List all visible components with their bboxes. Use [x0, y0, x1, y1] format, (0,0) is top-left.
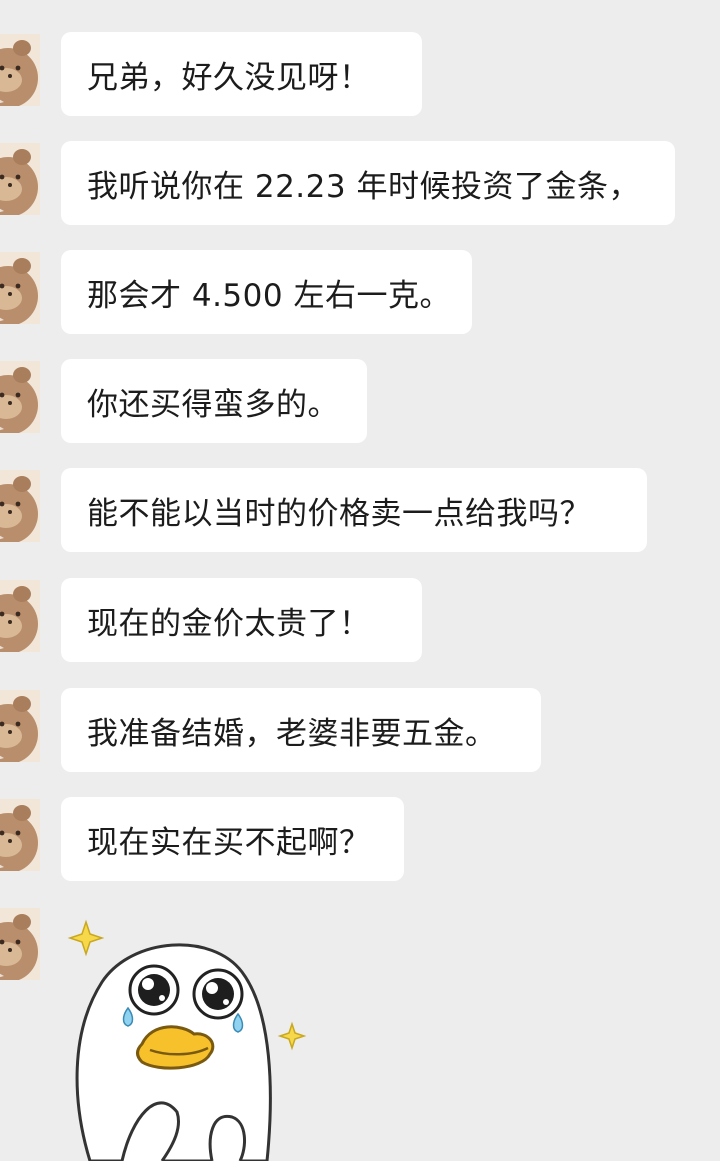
bear-avatar[interactable] — [0, 470, 40, 542]
message-text: 现在实在买不起啊？ — [87, 824, 371, 861]
message-row: 兄弟，好久没见呀！ — [0, 32, 720, 116]
message-text: 能不能以当时的价格卖一点给我吗？ — [87, 495, 591, 532]
message-text: 兄弟，好久没见呀！ — [87, 59, 371, 96]
message-text: 你还买得蛮多的。 — [87, 386, 339, 423]
bear-avatar[interactable] — [0, 252, 40, 324]
bear-avatar[interactable] — [0, 799, 40, 871]
bear-avatar[interactable] — [0, 143, 40, 215]
message-row: 我听说你在 22.23 年时候投资了金条， — [0, 141, 720, 225]
message-text: 我听说你在 22.23 年时候投资了金条， — [87, 168, 640, 205]
message-text: 现在的金价太贵了！ — [87, 605, 371, 642]
message-bubble[interactable]: 兄弟，好久没见呀！ — [61, 32, 422, 116]
message-row: 你还买得蛮多的。 — [0, 359, 720, 443]
bear-avatar[interactable] — [0, 580, 40, 652]
bear-avatar[interactable] — [0, 361, 40, 433]
message-row: 现在的金价太贵了！ — [0, 578, 720, 662]
chat-window: 兄弟，好久没见呀！ 我听说你在 22.23 年时候投资了金条， 那会才 4.50… — [0, 0, 720, 1161]
message-bubble[interactable]: 现在的金价太贵了！ — [61, 578, 422, 662]
message-row: 我准备结婚，老婆非要五金。 — [0, 688, 720, 772]
message-row: 那会才 4.500 左右一克。 — [0, 250, 720, 334]
message-bubble[interactable]: 我准备结婚，老婆非要五金。 — [61, 688, 541, 772]
bear-avatar[interactable] — [0, 690, 40, 762]
message-bubble[interactable]: 那会才 4.500 左右一克。 — [61, 250, 472, 334]
message-text: 那会才 4.500 左右一克。 — [87, 277, 451, 314]
message-bubble[interactable]: 能不能以当时的价格卖一点给我吗？ — [61, 468, 647, 552]
crying-duck-sticker-icon[interactable] — [62, 912, 312, 1161]
bear-avatar[interactable] — [0, 908, 40, 980]
message-row: 能不能以当时的价格卖一点给我吗？ — [0, 468, 720, 552]
message-text: 我准备结婚，老婆非要五金。 — [87, 715, 497, 752]
message-bubble[interactable]: 我听说你在 22.23 年时候投资了金条， — [61, 141, 675, 225]
message-bubble[interactable]: 现在实在买不起啊？ — [61, 797, 404, 881]
message-bubble[interactable]: 你还买得蛮多的。 — [61, 359, 367, 443]
bear-avatar[interactable] — [0, 34, 40, 106]
message-row: 现在实在买不起啊？ — [0, 797, 720, 881]
